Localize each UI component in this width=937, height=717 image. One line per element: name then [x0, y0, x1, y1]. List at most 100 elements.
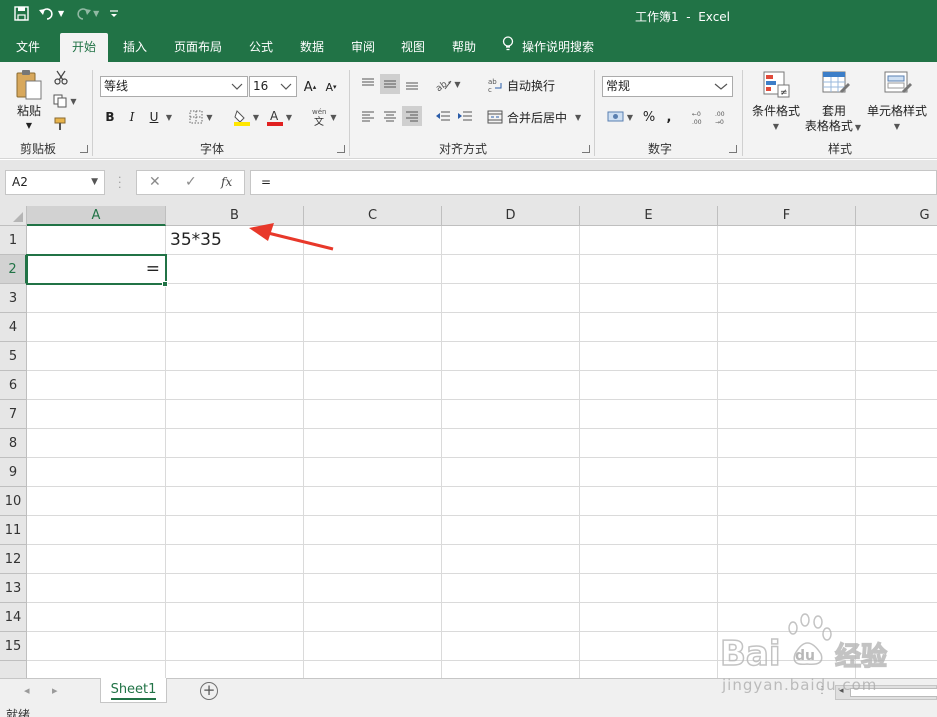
active-cell-a2[interactable]: = [26, 254, 167, 285]
clipboard-launcher-icon[interactable] [80, 145, 88, 153]
font-launcher-icon[interactable] [337, 145, 345, 153]
column-header-b[interactable]: B [166, 206, 304, 226]
tab-page-layout[interactable]: 页面布局 [166, 33, 230, 62]
tab-data[interactable]: 数据 [291, 33, 333, 62]
percent-style-icon[interactable]: % [640, 107, 658, 127]
bold-button[interactable]: B [101, 108, 119, 126]
align-left-icon[interactable] [358, 106, 378, 126]
increase-indent-icon[interactable] [455, 106, 475, 126]
tab-insert[interactable]: 插入 [114, 33, 156, 62]
align-middle-icon[interactable] [380, 74, 400, 94]
format-painter-icon[interactable] [52, 116, 70, 132]
conditional-dropdown-icon[interactable]: ▼ [748, 119, 804, 134]
align-center-icon[interactable] [380, 106, 400, 126]
tab-file[interactable]: 文件 [6, 33, 50, 62]
add-sheet-icon[interactable]: + [200, 682, 218, 700]
row-header-3[interactable]: 3 [0, 284, 27, 313]
number-launcher-icon[interactable] [729, 145, 737, 153]
cell-b1[interactable]: 35*35 [170, 230, 222, 250]
decrease-font-size-icon[interactable]: A ▾ [322, 78, 340, 96]
paste-icon[interactable] [12, 68, 46, 102]
row-header-11[interactable]: 11 [0, 516, 27, 545]
select-all-button[interactable] [0, 206, 27, 226]
number-format-select[interactable]: 常规 [602, 76, 733, 97]
format-as-table-icon[interactable] [819, 68, 851, 100]
comma-style-icon[interactable]: , [662, 107, 676, 127]
format-as-table-line1[interactable]: 套用 [812, 104, 856, 119]
customize-qat-icon[interactable] [109, 9, 119, 19]
conditional-formatting-icon[interactable]: ≠ [760, 68, 792, 100]
decrease-indent-icon[interactable] [433, 106, 453, 126]
tab-formulas[interactable]: 公式 [240, 33, 282, 62]
column-header-d[interactable]: D [442, 206, 580, 226]
merge-dropdown-icon[interactable]: ▼ [575, 113, 581, 122]
scroll-tabs-right-icon[interactable]: ▸ [52, 684, 58, 697]
orientation-icon[interactable]: ab ▼ [432, 74, 464, 94]
fill-handle[interactable] [162, 281, 168, 287]
row-header-7[interactable]: 7 [0, 400, 27, 429]
cut-icon[interactable] [52, 69, 70, 85]
row-header-13[interactable]: 13 [0, 574, 27, 603]
sheet-tab[interactable]: Sheet1 [100, 678, 167, 703]
tab-view[interactable]: 视图 [392, 33, 434, 62]
row-header-14[interactable]: 14 [0, 603, 27, 632]
tab-help[interactable]: 帮助 [443, 33, 485, 62]
tab-review[interactable]: 审阅 [342, 33, 384, 62]
font-color-icon[interactable]: A ▼ [264, 107, 294, 127]
row-header-2[interactable]: 2 [0, 255, 27, 284]
row-header-16[interactable] [0, 661, 27, 678]
copy-icon[interactable]: ▼ [50, 93, 80, 109]
row-header-15[interactable]: 15 [0, 632, 27, 661]
worksheet-grid[interactable]: A B C D E F G 1 2 3 4 5 6 7 8 9 10 11 12… [0, 206, 937, 678]
insert-function-icon[interactable]: fx [221, 175, 232, 189]
conditional-formatting-button[interactable]: 条件格式 [748, 104, 804, 119]
increase-font-size-icon[interactable]: A ▴ [301, 78, 319, 96]
font-size-select[interactable]: 16 [249, 76, 297, 97]
border-icon[interactable]: ▼ [188, 108, 214, 126]
wrap-text-button[interactable]: ab c 自动换行 [487, 74, 567, 96]
alignment-launcher-icon[interactable] [582, 145, 590, 153]
save-icon[interactable] [14, 6, 29, 21]
undo-icon[interactable]: ▼ [39, 7, 64, 21]
merge-center-button[interactable]: 合并后居中 ▼ [487, 106, 587, 128]
column-header-f[interactable]: F [718, 206, 856, 226]
row-header-8[interactable]: 8 [0, 429, 27, 458]
column-header-g[interactable]: G [856, 206, 937, 226]
phonetic-guide-icon[interactable]: wén 文 ▼ [309, 106, 339, 128]
underline-dropdown-icon[interactable]: ▼ [164, 108, 174, 126]
cell-styles-icon[interactable] [881, 68, 913, 100]
confirm-entry-icon[interactable]: ✓ [185, 174, 197, 190]
row-header-5[interactable]: 5 [0, 342, 27, 371]
italic-button[interactable]: I [123, 108, 141, 126]
row-header-1[interactable]: 1 [0, 226, 27, 255]
tell-me-search[interactable]: 操作说明搜索 [502, 33, 612, 62]
column-header-a[interactable]: A [27, 206, 166, 226]
column-header-c[interactable]: C [304, 206, 442, 226]
underline-button[interactable]: U [145, 108, 163, 126]
formula-input[interactable]: = [250, 170, 937, 195]
redo-icon[interactable]: ▼ [74, 7, 99, 21]
cell-styles-dropdown-icon[interactable]: ▼ [862, 119, 932, 134]
chevron-down-icon[interactable]: ▼ [91, 171, 98, 194]
tab-home[interactable]: 开始 [60, 33, 108, 62]
row-header-12[interactable]: 12 [0, 545, 27, 574]
accounting-format-icon[interactable]: ▼ [604, 107, 636, 127]
increase-decimal-icon[interactable]: ←0.00 [690, 107, 710, 127]
column-header-e[interactable]: E [580, 206, 718, 226]
scroll-tabs-left-icon[interactable]: ◂ [24, 684, 30, 697]
fill-color-icon[interactable]: ▼ [231, 107, 261, 127]
formula-bar-grip-icon[interactable]: · · · [118, 172, 122, 193]
row-header-10[interactable]: 10 [0, 487, 27, 516]
row-header-6[interactable]: 6 [0, 371, 27, 400]
align-right-icon[interactable] [402, 106, 422, 126]
format-as-table-button[interactable]: 表格格式 ▼ [802, 119, 864, 135]
name-box[interactable]: A2 ▼ [5, 170, 105, 195]
decrease-decimal-icon[interactable]: .00 →0 [713, 107, 733, 127]
cell-styles-button[interactable]: 单元格样式 [862, 104, 932, 119]
font-name-select[interactable]: 等线 [100, 76, 248, 97]
align-top-icon[interactable] [358, 74, 378, 94]
paste-button[interactable]: 粘贴 [12, 104, 46, 119]
row-header-4[interactable]: 4 [0, 313, 27, 342]
cancel-entry-icon[interactable]: ✕ [149, 174, 161, 190]
paste-dropdown-icon[interactable]: ▼ [12, 118, 46, 133]
